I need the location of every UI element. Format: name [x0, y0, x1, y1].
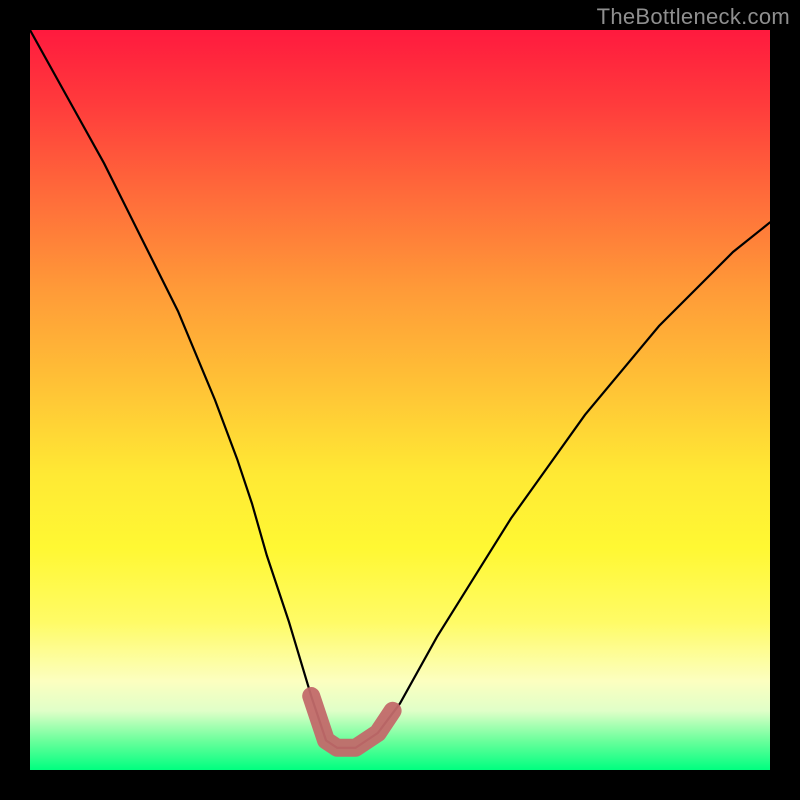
plot-area — [30, 30, 770, 770]
highlight-band-path — [311, 696, 392, 748]
watermark-text: TheBottleneck.com — [597, 4, 790, 30]
chart-frame: TheBottleneck.com — [0, 0, 800, 800]
bottleneck-curve-path — [30, 30, 770, 748]
curve-svg — [30, 30, 770, 770]
